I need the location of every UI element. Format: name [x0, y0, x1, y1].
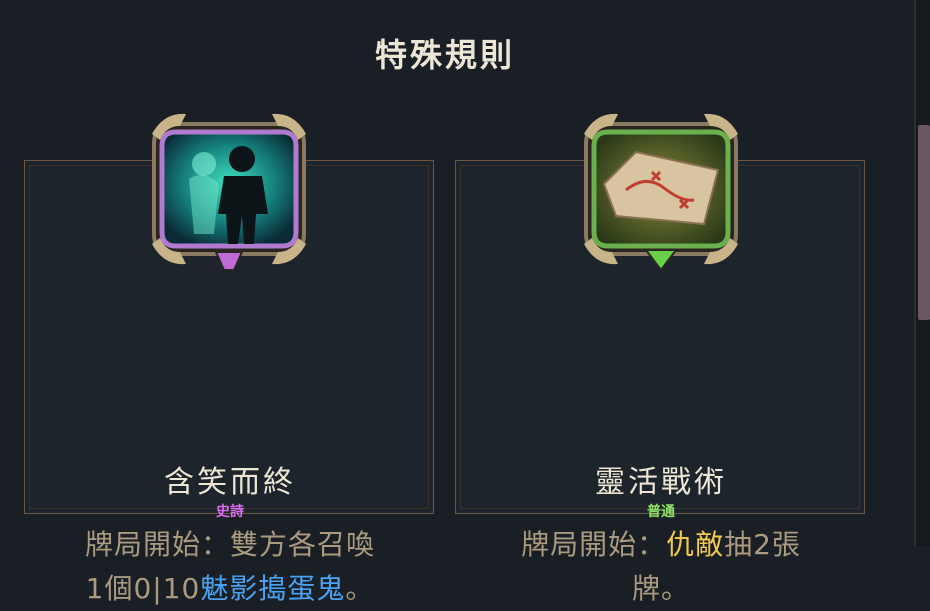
rule-description: 牌局開始：雙方各召喚 1個0|10魅影搗蛋鬼。	[25, 523, 435, 611]
rarity-label-common: 普通	[647, 504, 675, 520]
desc-line-2: 牌。	[631, 572, 690, 605]
rule-name: 靈活戰術	[595, 465, 727, 500]
treasure-map-icon	[576, 104, 746, 274]
page-title: 特殊規則	[374, 36, 515, 74]
desc-text: 。	[345, 572, 375, 605]
desc-text: 牌局開始：	[521, 528, 667, 561]
rule-name: 含笑而終	[164, 465, 296, 500]
ghost-silhouette-icon	[144, 104, 314, 274]
desc-line-2: 1個0|10魅影搗蛋鬼。	[25, 567, 435, 611]
keyword-highlight[interactable]: 仇敵	[666, 528, 724, 561]
desc-line-1: 牌局開始：雙方各召喚	[84, 528, 375, 561]
scrollbar-thumb[interactable]	[918, 125, 930, 320]
rarity-label-epic: 史詩	[216, 504, 244, 520]
desc-line-1: 牌局開始：仇敵抽2張	[456, 523, 866, 567]
rule-description: 牌局開始：仇敵抽2張 牌。	[456, 523, 866, 611]
desc-text: 抽2張	[724, 528, 801, 561]
desc-text: 1個0|10	[85, 572, 201, 605]
card-keyword-link[interactable]: 魅影搗蛋鬼	[200, 572, 345, 605]
